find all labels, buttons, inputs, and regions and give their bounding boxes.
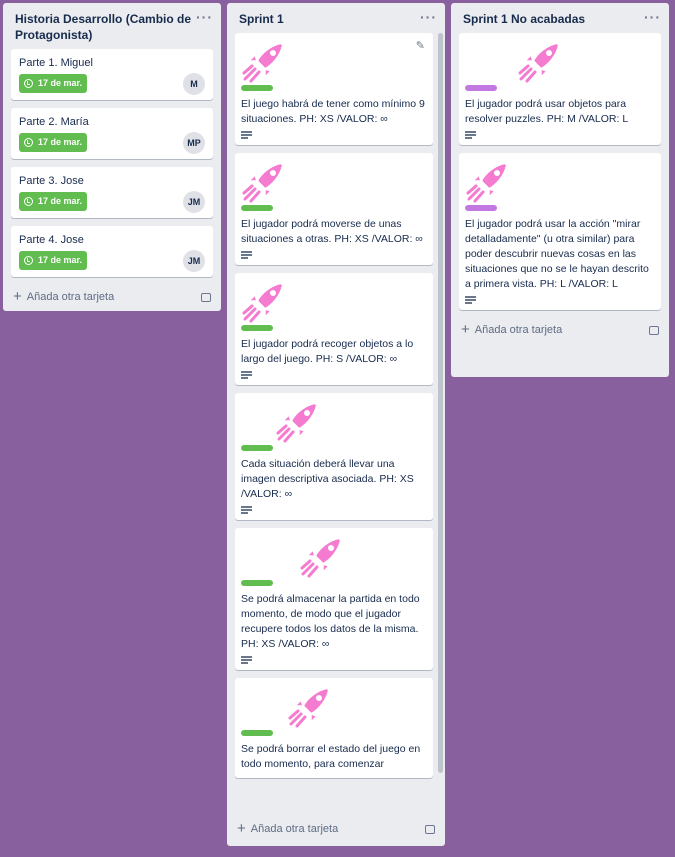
list-sprint-1-no-acabadas: Sprint 1 No acabadas ··· El jugador podr… xyxy=(451,3,669,377)
plus-icon: + xyxy=(237,820,246,837)
card-template-icon[interactable] xyxy=(649,325,659,335)
rocket-sticker-icon xyxy=(466,161,509,203)
rocket-sticker-icon xyxy=(242,161,285,203)
add-card-label: Añada otra tarjeta xyxy=(474,324,563,336)
list-title[interactable]: Historia Desarrollo (Cambio de Protagoni… xyxy=(15,11,195,43)
rocket-sticker-icon xyxy=(276,401,319,443)
rocket-sticker-icon xyxy=(242,41,285,83)
card-parte-4[interactable]: Parte 4. Jose 17 de mar. JM xyxy=(11,226,213,277)
card-title: Parte 4. Jose xyxy=(19,234,84,246)
plus-icon: + xyxy=(461,321,470,338)
description-icon xyxy=(241,506,252,514)
description-icon xyxy=(241,656,252,664)
label-green xyxy=(241,580,273,586)
avatar[interactable]: M xyxy=(183,73,205,95)
card-cover xyxy=(241,684,427,728)
card-title: Parte 3. Jose xyxy=(19,175,84,187)
due-date-text: 17 de mar. xyxy=(38,255,83,265)
due-date-badge[interactable]: 17 de mar. xyxy=(19,192,88,211)
rocket-sticker-icon xyxy=(518,41,561,83)
description-icon xyxy=(241,371,252,379)
add-card-button[interactable]: + Añada otra tarjeta xyxy=(3,285,221,311)
scrollbar[interactable] xyxy=(438,33,443,773)
due-date-text: 17 de mar. xyxy=(38,78,83,88)
add-card-button[interactable]: + Añada otra tarjeta xyxy=(451,318,669,344)
avatar[interactable]: JM xyxy=(183,250,205,272)
card-cover xyxy=(241,39,427,83)
list-historia-desarrollo: Historia Desarrollo (Cambio de Protagoni… xyxy=(3,3,221,311)
add-card-label: Añada otra tarjeta xyxy=(26,291,115,303)
card-sprint1-2[interactable]: El jugador podrá moverse de unas situaci… xyxy=(235,153,433,265)
card-sprint1-4[interactable]: Cada situación deberá llevar una imagen … xyxy=(235,393,433,520)
plus-icon: + xyxy=(13,288,22,305)
label-green xyxy=(241,205,273,211)
card-cover xyxy=(241,399,427,443)
card-sprint1-1[interactable]: ✎ El juego habrá de tener como mínimo 9 … xyxy=(235,33,433,145)
card-text: Cada situación deberá llevar una imagen … xyxy=(241,458,414,500)
avatar[interactable]: JM xyxy=(183,191,205,213)
label-green xyxy=(241,85,273,91)
card-text: Se podrá borrar el estado del juego en t… xyxy=(241,743,421,770)
clock-icon xyxy=(24,79,33,88)
card-sprint1-5[interactable]: Se podrá almacenar la partida en todo mo… xyxy=(235,528,433,670)
due-date-badge[interactable]: 17 de mar. xyxy=(19,133,88,152)
card-text: Se podrá almacenar la partida en todo mo… xyxy=(241,593,420,650)
list-menu-icon[interactable]: ··· xyxy=(644,10,661,24)
due-date-badge[interactable]: 17 de mar. xyxy=(19,74,88,93)
label-green xyxy=(241,325,273,331)
card-cover xyxy=(241,159,427,203)
list-title[interactable]: Sprint 1 xyxy=(239,11,284,27)
card-list: ✎ El juego habrá de tener como mínimo 9 … xyxy=(227,33,445,817)
list-menu-icon[interactable]: ··· xyxy=(196,10,213,24)
card-cover xyxy=(465,39,655,83)
list-header[interactable]: Sprint 1 No acabadas ··· xyxy=(451,3,669,33)
description-icon xyxy=(465,296,476,304)
due-date-text: 17 de mar. xyxy=(38,137,83,147)
card-no-acabada-1[interactable]: El jugador podrá usar objetos para resol… xyxy=(459,33,661,145)
card-sprint1-3[interactable]: El jugador podrá recoger objetos a lo la… xyxy=(235,273,433,385)
add-card-label: Añada otra tarjeta xyxy=(250,823,339,835)
description-icon xyxy=(465,131,476,139)
card-text: El jugador podrá usar la acción "mirar d… xyxy=(465,218,649,290)
card-text: El jugador podrá moverse de unas situaci… xyxy=(241,218,423,245)
card-title: Parte 1. Miguel xyxy=(19,57,93,69)
label-green xyxy=(241,445,273,451)
rocket-sticker-icon xyxy=(242,281,285,323)
label-purple xyxy=(465,85,497,91)
due-date-text: 17 de mar. xyxy=(38,196,83,206)
card-cover xyxy=(241,279,427,323)
list-sprint-1: Sprint 1 ··· ✎ El juego habrá de tener c… xyxy=(227,3,445,846)
list-header[interactable]: Historia Desarrollo (Cambio de Protagoni… xyxy=(3,3,221,49)
list-menu-icon[interactable]: ··· xyxy=(420,10,437,24)
card-cover xyxy=(241,534,427,578)
clock-icon xyxy=(24,197,33,206)
label-green xyxy=(241,730,273,736)
rocket-sticker-icon xyxy=(300,536,343,578)
list-title[interactable]: Sprint 1 No acabadas xyxy=(463,11,585,27)
card-parte-3[interactable]: Parte 3. Jose 17 de mar. JM xyxy=(11,167,213,218)
list-header[interactable]: Sprint 1 ··· xyxy=(227,3,445,33)
card-template-icon[interactable] xyxy=(425,824,435,834)
avatar[interactable]: MP xyxy=(183,132,205,154)
card-text: El juego habrá de tener como mínimo 9 si… xyxy=(241,98,425,125)
card-list: El jugador podrá usar objetos para resol… xyxy=(451,33,669,318)
card-no-acabada-2[interactable]: El jugador podrá usar la acción "mirar d… xyxy=(459,153,661,310)
clock-icon xyxy=(24,256,33,265)
card-list: Parte 1. Miguel 17 de mar. M Parte 2. Ma… xyxy=(3,49,221,285)
card-text: El jugador podrá usar objetos para resol… xyxy=(465,98,629,125)
card-cover xyxy=(465,159,655,203)
description-icon xyxy=(241,251,252,259)
card-template-icon[interactable] xyxy=(201,292,211,302)
card-title: Parte 2. María xyxy=(19,116,89,128)
due-date-badge[interactable]: 17 de mar. xyxy=(19,251,88,270)
label-purple xyxy=(465,205,497,211)
add-card-button[interactable]: + Añada otra tarjeta xyxy=(227,817,445,843)
card-parte-2[interactable]: Parte 2. María 17 de mar. MP xyxy=(11,108,213,159)
card-sprint1-6[interactable]: Se podrá borrar el estado del juego en t… xyxy=(235,678,433,778)
card-text: El jugador podrá recoger objetos a lo la… xyxy=(241,338,414,365)
clock-icon xyxy=(24,138,33,147)
card-parte-1[interactable]: Parte 1. Miguel 17 de mar. M xyxy=(11,49,213,100)
rocket-sticker-icon xyxy=(288,686,331,728)
description-icon xyxy=(241,131,252,139)
